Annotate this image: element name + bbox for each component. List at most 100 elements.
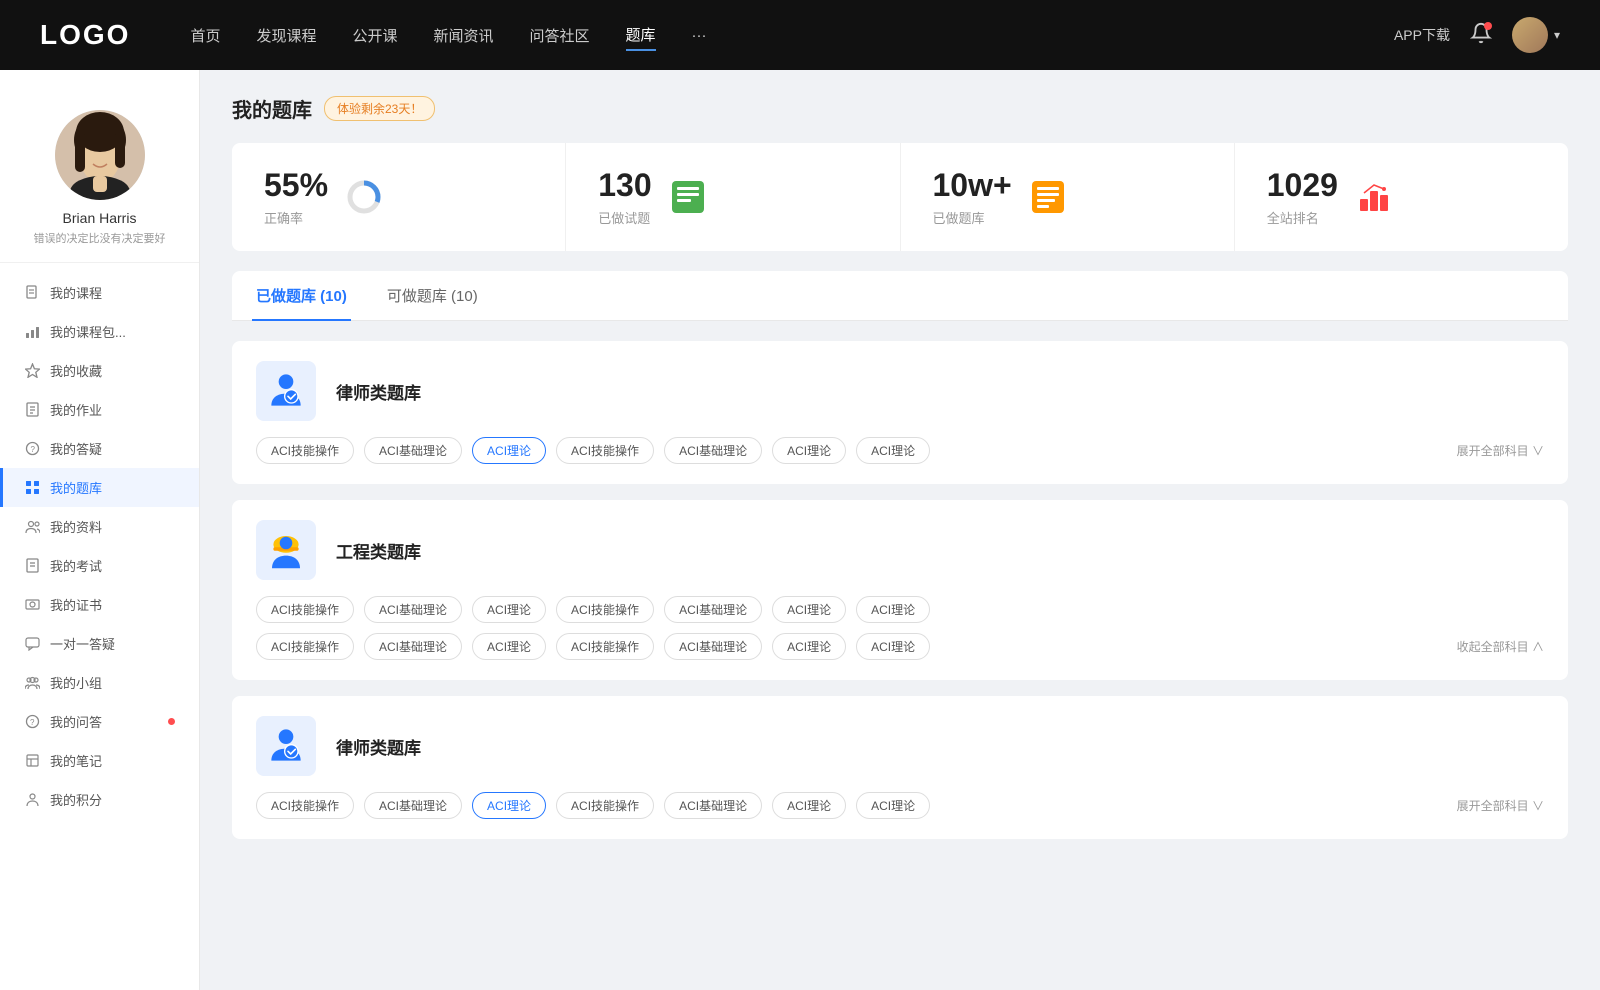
- sidebar-item-notes[interactable]: 我的笔记: [0, 741, 199, 780]
- stat-rank-label: 全站排名: [1267, 208, 1338, 227]
- tag[interactable]: ACI基础理论: [364, 437, 462, 464]
- sidebar-item-questions[interactable]: ? 我的答疑: [0, 429, 199, 468]
- user-menu[interactable]: ▾: [1512, 17, 1560, 53]
- sidebar-item-coursepack[interactable]: 我的课程包...: [0, 312, 199, 351]
- tag[interactable]: ACI技能操作: [256, 633, 354, 660]
- app-download-link[interactable]: APP下载: [1394, 25, 1450, 45]
- tab-done[interactable]: 已做题库 (10): [252, 271, 351, 320]
- tag[interactable]: ACI技能操作: [256, 792, 354, 819]
- accuracy-chart-icon: [344, 177, 384, 217]
- tag[interactable]: ACI理论: [772, 596, 846, 623]
- stat-banks-value: 10w+: [933, 167, 1012, 204]
- collapse-link-2[interactable]: 收起全部科目 ∧: [1457, 638, 1544, 655]
- star-icon: [24, 363, 40, 379]
- sidebar-item-group[interactable]: 我的小组: [0, 663, 199, 702]
- qbank-card-1: 律师类题库 ACI技能操作 ACI基础理论 ACI理论 ACI技能操作 ACI基…: [232, 341, 1568, 484]
- nav-qa[interactable]: 问答社区: [530, 21, 590, 50]
- nav-qbank[interactable]: 题库: [626, 20, 656, 51]
- avatar: [55, 110, 145, 200]
- certificate-icon: [24, 597, 40, 613]
- tag[interactable]: ACI理论: [856, 596, 930, 623]
- stat-done-questions: 130 已做试题: [566, 143, 900, 251]
- tag[interactable]: ACI技能操作: [556, 792, 654, 819]
- user-group-icon: [24, 519, 40, 535]
- stat-done-label: 已做试题: [598, 208, 651, 227]
- qbank-list: 律师类题库 ACI技能操作 ACI基础理论 ACI理论 ACI技能操作 ACI基…: [232, 341, 1568, 839]
- tag[interactable]: ACI理论: [772, 437, 846, 464]
- qbank-icon-lawyer-3: [256, 716, 316, 776]
- sidebar-label-certificate: 我的证书: [50, 595, 175, 614]
- tag[interactable]: ACI基础理论: [664, 792, 762, 819]
- tag[interactable]: ACI基础理论: [664, 596, 762, 623]
- sidebar-item-favorites[interactable]: 我的收藏: [0, 351, 199, 390]
- tag[interactable]: ACI理论: [856, 437, 930, 464]
- sidebar-item-questionbank[interactable]: 我的题库: [0, 468, 199, 507]
- tag[interactable]: ACI技能操作: [556, 633, 654, 660]
- tag-active[interactable]: ACI理论: [472, 792, 546, 819]
- nav-home[interactable]: 首页: [190, 21, 220, 50]
- qbank-card-3: 律师类题库 ACI技能操作 ACI基础理论 ACI理论 ACI技能操作 ACI基…: [232, 696, 1568, 839]
- main-layout: Brian Harris 错误的决定比没有决定要好 我的课程 我的课程包...: [0, 70, 1600, 990]
- sidebar-item-myqa[interactable]: ? 我的问答: [0, 702, 199, 741]
- profile-name: Brian Harris: [63, 210, 137, 226]
- qbank-tags-1: ACI技能操作 ACI基础理论 ACI理论 ACI技能操作 ACI基础理论 AC…: [256, 437, 1544, 464]
- tag[interactable]: ACI理论: [472, 596, 546, 623]
- tag-active[interactable]: ACI理论: [472, 437, 546, 464]
- file-icon: [24, 285, 40, 301]
- nav-discover[interactable]: 发现课程: [256, 21, 316, 50]
- doc-icon: [24, 402, 40, 418]
- nav-opencourse[interactable]: 公开课: [352, 21, 397, 50]
- main-nav: 首页 发现课程 公开课 新闻资讯 问答社区 题库 ···: [190, 20, 1394, 51]
- tag[interactable]: ACI技能操作: [256, 596, 354, 623]
- logo: LOGO: [40, 19, 130, 51]
- qbank-title-1: 律师类题库: [336, 379, 421, 404]
- stat-done-value: 130: [598, 167, 651, 204]
- sidebar-item-certificate[interactable]: 我的证书: [0, 585, 199, 624]
- sidebar-item-oneonone[interactable]: 一对一答疑: [0, 624, 199, 663]
- tag[interactable]: ACI基础理论: [364, 596, 462, 623]
- expand-link-3[interactable]: 展开全部科目 ∨: [1457, 797, 1544, 814]
- tag[interactable]: ACI基础理论: [364, 792, 462, 819]
- tag[interactable]: ACI理论: [772, 633, 846, 660]
- expand-link-1[interactable]: 展开全部科目 ∨: [1457, 442, 1544, 459]
- sidebar-item-course[interactable]: 我的课程: [0, 273, 199, 312]
- nav-more[interactable]: ···: [692, 23, 707, 48]
- person-icon: [24, 792, 40, 808]
- svg-text:?: ?: [30, 718, 35, 727]
- tag[interactable]: ACI技能操作: [556, 596, 654, 623]
- page-title: 我的题库: [232, 94, 312, 123]
- notification-button[interactable]: [1470, 22, 1492, 49]
- tag[interactable]: ACI理论: [772, 792, 846, 819]
- qbank-title-3: 律师类题库: [336, 734, 421, 759]
- done-banks-icon: [1028, 177, 1068, 217]
- circle-q2-icon: ?: [24, 714, 40, 730]
- sidebar-label-points: 我的积分: [50, 790, 175, 809]
- qbank-card-2: 工程类题库 ACI技能操作 ACI基础理论 ACI理论 ACI技能操作 ACI基…: [232, 500, 1568, 680]
- sidebar-item-exam[interactable]: 我的考试: [0, 546, 199, 585]
- tag[interactable]: ACI理论: [472, 633, 546, 660]
- sidebar-item-homework[interactable]: 我的作业: [0, 390, 199, 429]
- sidebar: Brian Harris 错误的决定比没有决定要好 我的课程 我的课程包...: [0, 70, 200, 990]
- tag[interactable]: ACI基础理论: [664, 437, 762, 464]
- tag[interactable]: ACI理论: [856, 792, 930, 819]
- grid-icon: [24, 480, 40, 496]
- tag[interactable]: ACI基础理论: [364, 633, 462, 660]
- qbank-icon-engineer: [256, 520, 316, 580]
- notification-dot: [1484, 22, 1492, 30]
- sidebar-item-data[interactable]: 我的资料: [0, 507, 199, 546]
- qa-dot: [168, 718, 175, 725]
- sidebar-item-points[interactable]: 我的积分: [0, 780, 199, 819]
- main-content: 我的题库 体验剩余23天！ 55% 正确率: [200, 70, 1600, 990]
- stat-accuracy: 55% 正确率: [232, 143, 566, 251]
- tab-available[interactable]: 可做题库 (10): [383, 271, 482, 320]
- tag[interactable]: ACI技能操作: [256, 437, 354, 464]
- group-icon: [24, 675, 40, 691]
- tag[interactable]: ACI基础理论: [664, 633, 762, 660]
- stat-banks-label: 已做题库: [933, 208, 1012, 227]
- tag[interactable]: ACI理论: [856, 633, 930, 660]
- stat-done-banks: 10w+ 已做题库: [901, 143, 1235, 251]
- nav-news[interactable]: 新闻资讯: [434, 21, 494, 50]
- qbank-title-2: 工程类题库: [336, 538, 421, 563]
- svg-text:?: ?: [30, 445, 35, 454]
- tag[interactable]: ACI技能操作: [556, 437, 654, 464]
